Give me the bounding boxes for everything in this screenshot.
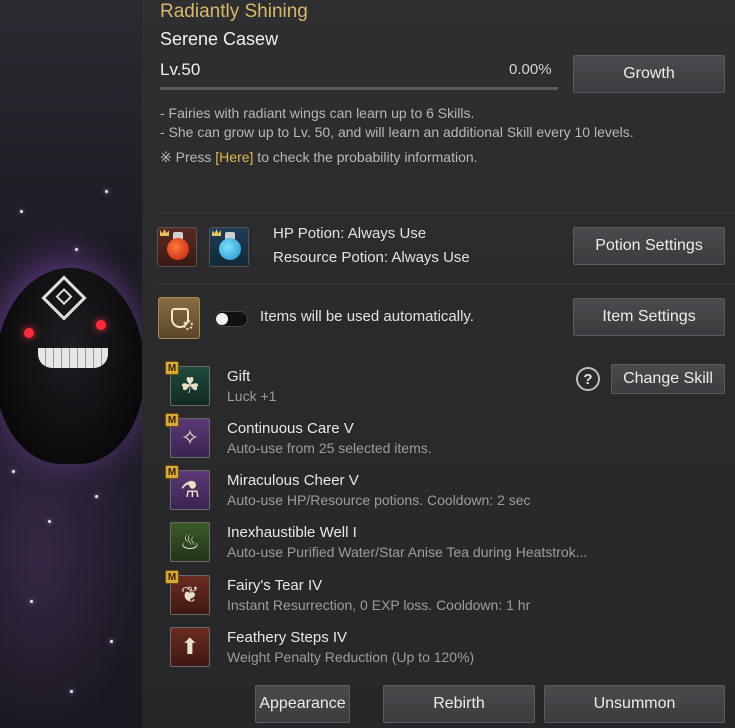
sparkle-icon <box>30 600 33 603</box>
rebirth-button[interactable]: Rebirth <box>383 685 535 723</box>
sparkle-icon <box>105 190 108 193</box>
hp-potion-label: HP Potion: Always Use <box>273 225 427 242</box>
auto-use-toggle[interactable] <box>214 311 248 327</box>
skill-badge-0: M <box>165 361 179 375</box>
skill-badge-1: M <box>165 413 179 427</box>
probability-prefix: ※ Press <box>160 149 216 165</box>
auto-use-flask-icon <box>158 297 200 339</box>
toggle-knob <box>216 313 228 325</box>
exp-progress-bar <box>160 87 558 90</box>
sparkle-icon <box>75 248 78 251</box>
skill-badge-4: M <box>165 570 179 584</box>
probability-link[interactable]: [Here] <box>215 149 253 165</box>
probability-suffix: to check the probability information. <box>253 149 478 165</box>
pet-creature-image <box>0 268 142 464</box>
pet-portrait-area <box>0 0 142 728</box>
sparkle-icon <box>48 520 51 523</box>
sparkle-icon <box>110 640 113 643</box>
pet-eye <box>96 320 106 330</box>
item-settings-button[interactable]: Item Settings <box>573 298 725 336</box>
skill-desc-5: Weight Penalty Reduction (Up to 120%) <box>227 649 475 665</box>
skill-name-3: Inexhaustible Well I <box>227 524 357 541</box>
pet-emblem-icon <box>41 275 87 321</box>
growth-button[interactable]: Growth <box>573 55 725 93</box>
hp-potion-icon[interactable] <box>157 227 197 267</box>
skill-desc-2: Auto-use HP/Resource potions. Cooldown: … <box>227 492 531 508</box>
info-line-1: - Fairies with radiant wings can learn u… <box>160 105 475 121</box>
pet-name: Serene Casew <box>160 29 279 49</box>
crown-icon <box>212 229 221 236</box>
flask-body <box>167 238 189 260</box>
change-skill-button[interactable]: Change Skill <box>611 364 725 394</box>
potion-settings-button[interactable]: Potion Settings <box>573 227 725 265</box>
resource-potion-icon[interactable] <box>209 227 249 267</box>
weight-icon: ⬆ <box>170 627 210 667</box>
skill-desc-0: Luck +1 <box>227 388 277 404</box>
probability-info-line: ※ Press [Here] to check the probability … <box>160 149 478 166</box>
info-line-2: - She can grow up to Lv. 50, and will le… <box>160 124 634 140</box>
pet-mouth <box>38 348 108 368</box>
gear-icon <box>183 320 193 330</box>
section-divider <box>155 283 735 284</box>
unsummon-button[interactable]: Unsummon <box>544 685 725 723</box>
skill-name-4: Fairy's Tear IV <box>227 577 323 594</box>
skill-name-0: Gift <box>227 368 251 385</box>
sparkle-icon <box>95 495 98 498</box>
sparkle-icon <box>12 470 15 473</box>
skill-desc-1: Auto-use from 25 selected items. <box>227 440 432 456</box>
resource-potion-label: Resource Potion: Always Use <box>273 249 470 266</box>
flask-body <box>219 238 241 260</box>
pet-eye <box>24 328 34 338</box>
skill-name-2: Miraculous Cheer V <box>227 472 359 489</box>
auto-use-label: Items will be used automatically. <box>260 308 474 325</box>
skill-badge-2: M <box>165 465 179 479</box>
appearance-button[interactable]: Appearance <box>255 685 350 723</box>
tea-bowl-icon: ♨ <box>170 522 210 562</box>
sparkle-icon <box>70 690 73 693</box>
skill-name-5: Feathery Steps IV <box>227 629 348 646</box>
help-icon[interactable]: ? <box>576 367 600 391</box>
exp-percent: 0.00% <box>509 61 552 78</box>
skill-desc-4: Instant Resurrection, 0 EXP loss. Cooldo… <box>227 597 531 613</box>
section-divider <box>155 212 735 213</box>
crown-icon <box>160 229 169 236</box>
sparkle-icon <box>20 210 23 213</box>
skill-desc-3: Auto-use Purified Water/Star Anise Tea d… <box>227 544 588 560</box>
pet-title: Radiantly Shining <box>160 1 308 22</box>
pet-level: Lv.50 <box>160 60 201 79</box>
skill-name-1: Continuous Care V <box>227 420 354 437</box>
